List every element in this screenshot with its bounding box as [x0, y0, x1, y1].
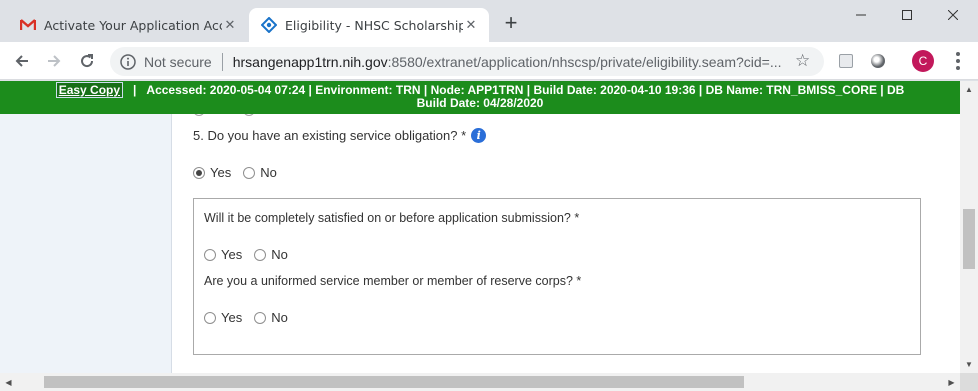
extension-icon[interactable]: [839, 54, 853, 68]
url-text: hrsangenapp1trn.nih.gov:8580/extranet/ap…: [233, 54, 824, 70]
sub-question-label: Are you a uniformed service member or me…: [204, 274, 582, 288]
left-panel: [0, 81, 172, 381]
tab-eligibility[interactable]: Eligibility - NHSC Scholarship Pro ✕: [249, 8, 489, 42]
tab-title: Activate Your Application Accou: [44, 17, 222, 33]
back-arrow-icon: [15, 55, 28, 67]
radio-label-yes: Yes: [221, 247, 243, 262]
tab-gmail[interactable]: Activate Your Application Accou ✕: [8, 8, 248, 42]
scrollbar-corner: [960, 373, 978, 391]
profile-avatar[interactable]: C: [912, 50, 934, 72]
new-tab-button[interactable]: +: [500, 12, 522, 35]
maximize-button[interactable]: [884, 0, 930, 30]
radio-yes[interactable]: [193, 166, 205, 179]
minimize-button[interactable]: [838, 0, 884, 30]
close-tab-icon[interactable]: ✕: [222, 17, 238, 33]
url-path: :8580/extranet/application/nhscsp/privat…: [387, 53, 782, 70]
gmail-icon: [20, 17, 36, 33]
tab-strip: Activate Your Application Accou ✕ Eligib…: [0, 0, 978, 42]
forward-button[interactable]: [42, 49, 66, 73]
forward-arrow-icon: [48, 55, 61, 67]
environment-bar: Easy Copy | Accessed: 2020-05-04 07:24 | E…: [0, 81, 960, 114]
browser-toolbar: Not secure hrsangenapp1trn.nih.gov:8580/…: [0, 42, 978, 80]
scrollbar-thumb[interactable]: [44, 376, 744, 388]
horizontal-scrollbar[interactable]: ◀ ▶: [0, 373, 960, 391]
info-icon: [120, 53, 136, 70]
sub-question-label: Will it be completely satisfied on or be…: [204, 211, 580, 225]
sub-question-2-options: Yes No: [204, 310, 300, 325]
back-button[interactable]: [10, 49, 34, 73]
page-viewport: Easy Copy | Accessed: 2020-05-04 07:24 | E…: [0, 81, 978, 391]
divider: [221, 52, 223, 71]
help-icon[interactable]: i: [471, 128, 487, 143]
reload-button[interactable]: [75, 49, 99, 73]
env-info: Accessed: 2020-05-04 07:24 | Environment…: [146, 83, 905, 97]
close-tab-icon[interactable]: ✕: [463, 17, 479, 33]
close-window-button[interactable]: [930, 0, 976, 30]
radio-no[interactable]: [243, 166, 256, 179]
radio-yes[interactable]: [204, 248, 216, 261]
easy-copy-link[interactable]: Easy Copy: [55, 82, 124, 98]
reload-icon: [81, 54, 94, 68]
scrollbar-thumb[interactable]: [963, 209, 975, 269]
question-label: 5. Do you have an existing service oblig…: [193, 128, 467, 143]
bookmark-star-icon[interactable]: ☆: [795, 51, 810, 71]
sub-question-1-options: Yes No: [204, 247, 300, 262]
radio-label-yes: Yes: [221, 310, 243, 325]
radio-no[interactable]: [254, 311, 267, 324]
env-line-2: Build Date: 04/28/2020: [416, 96, 544, 110]
sub-questions-box: Will it be completely satisfied on or be…: [193, 198, 921, 355]
scroll-up-icon[interactable]: ▲: [960, 81, 978, 98]
extension-icon[interactable]: [871, 54, 885, 68]
address-bar[interactable]: Not secure hrsangenapp1trn.nih.gov:8580/…: [110, 47, 824, 76]
radio-label-no: No: [271, 310, 288, 325]
radio-yes[interactable]: [204, 311, 216, 324]
scroll-down-icon[interactable]: ▼: [960, 356, 978, 373]
scroll-right-icon[interactable]: ▶: [943, 373, 960, 391]
nhsc-icon: [261, 17, 277, 33]
question-5: 5. Do you have an existing service oblig…: [193, 128, 487, 143]
question-5-options: Yes No: [193, 165, 289, 180]
scroll-left-icon[interactable]: ◀: [0, 373, 17, 391]
security-label: Not secure: [144, 53, 212, 70]
tab-title: Eligibility - NHSC Scholarship Pro: [285, 17, 463, 33]
radio-label-yes: Yes: [210, 165, 232, 180]
menu-icon[interactable]: [948, 50, 968, 72]
radio-label-no: No: [260, 165, 277, 180]
radio-no[interactable]: [254, 248, 267, 261]
url-host: hrsangenapp1trn.nih.gov: [232, 53, 388, 70]
env-separator: |: [133, 83, 137, 97]
vertical-scrollbar[interactable]: ▲ ▼: [960, 81, 978, 373]
radio-label-no: No: [271, 247, 288, 262]
